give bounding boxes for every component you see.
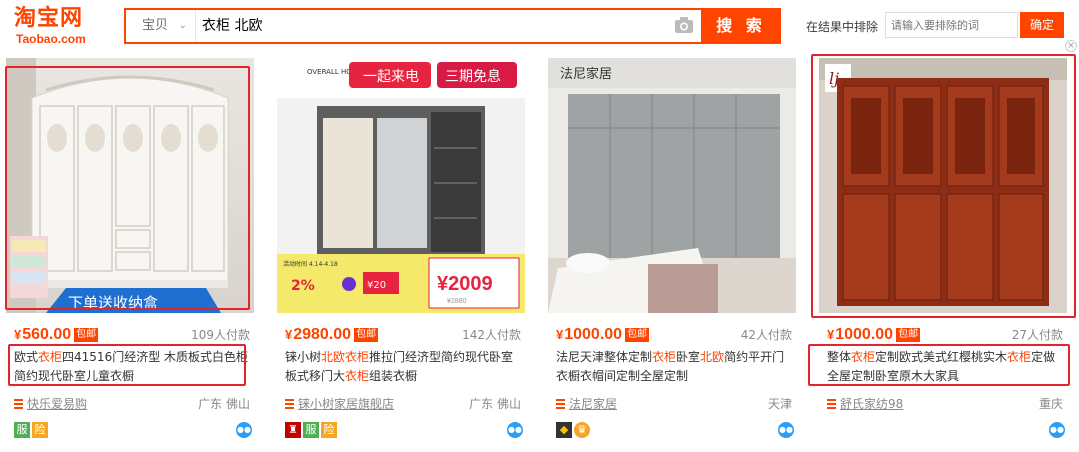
- exclude-label: 在结果中排除: [806, 20, 879, 34]
- paid-count: 27人付款: [1011, 328, 1063, 342]
- location: 重庆: [1038, 397, 1063, 411]
- shop-row: 法尼家居 天津: [556, 395, 792, 411]
- paid-count: 109人付款: [191, 328, 250, 342]
- product-card[interactable]: 法尼家居 ¥1000.00 包邮 42人付款 法尼天津整体定制衣柜卧室北欧简约平开…: [548, 58, 796, 452]
- wangwang-chat-icon[interactable]: ●●: [1049, 422, 1065, 438]
- brand-overlay-text: 法尼家居: [560, 66, 612, 82]
- title-keyword: 衣柜: [345, 369, 370, 383]
- title-keyword: 衣柜: [38, 350, 63, 364]
- price: ¥2980.00: [285, 326, 352, 343]
- wangwang-chat-icon[interactable]: ●●: [778, 422, 794, 438]
- wangwang-chat-icon[interactable]: ●●: [507, 422, 523, 438]
- close-icon[interactable]: ×: [1065, 40, 1077, 52]
- logo-text-en: Taobao.com: [16, 32, 86, 46]
- promo-final-price: ¥2009: [437, 273, 493, 295]
- product-image[interactable]: 法尼家居: [548, 58, 796, 313]
- service-badge[interactable]: 服: [303, 422, 319, 438]
- location: 广东 佛山: [198, 397, 250, 411]
- title-keyword: 衣柜: [851, 350, 876, 364]
- shop-row: 铼小树家居旗舰店 广东 佛山: [285, 395, 521, 411]
- free-shipping-badge: 包邮: [625, 328, 650, 342]
- search-bar: 宝贝 ⌄ 搜 索: [124, 8, 781, 44]
- price-row: ¥1000.00 包邮 27人付款: [827, 324, 1063, 344]
- search-button[interactable]: 搜 索: [701, 8, 781, 44]
- paid-count: 142人付款: [462, 328, 521, 342]
- insurance-badge[interactable]: 险: [321, 422, 337, 438]
- badges: 服险: [14, 422, 50, 440]
- price-row: ¥2980.00 包邮 142人付款: [285, 324, 521, 344]
- exclude-input[interactable]: [885, 12, 1018, 38]
- shop-row: 舒氏家纺98 重庆: [827, 395, 1063, 411]
- product-image[interactable]: lj: [819, 58, 1067, 313]
- shop-icon: [285, 399, 294, 409]
- search-type-label: 宝贝: [142, 18, 169, 33]
- shop-icon: [14, 399, 23, 409]
- shop-name-link[interactable]: 快乐爱易购: [27, 397, 87, 411]
- shop-icon: [827, 399, 836, 409]
- price-row: ¥1000.00 包邮 42人付款: [556, 324, 792, 344]
- product-image[interactable]: 下单送收纳盒: [6, 58, 254, 313]
- promo-coupon-text: ¥20: [367, 280, 386, 291]
- location: 天津: [767, 397, 792, 411]
- title-keyword: 衣柜: [1007, 350, 1032, 364]
- price-row: ¥560.00 包邮 109人付款: [14, 324, 250, 344]
- free-shipping-badge: 包邮: [896, 328, 921, 342]
- wangwang-chat-icon[interactable]: ●●: [236, 422, 252, 438]
- title-part: 定制欧式美式红樱桃实木: [875, 350, 1008, 364]
- title-part: 欧式: [14, 350, 39, 364]
- crown-icon[interactable]: ♛: [574, 422, 590, 438]
- shop-name-link[interactable]: 法尼家居: [569, 397, 617, 411]
- logo-text-cn: 淘宝网: [14, 6, 84, 31]
- location: 广东 佛山: [469, 397, 521, 411]
- title-part: 卧室: [676, 350, 701, 364]
- title-part: 铼小树: [285, 350, 322, 364]
- price: ¥560.00: [14, 326, 72, 343]
- search-input[interactable]: [202, 10, 662, 42]
- price: ¥1000.00: [827, 326, 894, 343]
- promo-free-text: 三期免息: [445, 68, 501, 85]
- search-type-dropdown[interactable]: 宝贝 ⌄: [126, 10, 196, 42]
- title-keyword: 北欧: [321, 350, 346, 364]
- product-image[interactable]: OVERALL HOME DESIGN 一起来电 三期免息 活动时间 4.14-…: [277, 58, 525, 313]
- badges: ♜ 服险: [285, 422, 339, 440]
- taobao-logo[interactable]: 淘宝网 Taobao.com: [14, 6, 104, 46]
- product-card[interactable]: lj ¥1000.00 包邮 27人付款 整体衣柜定制欧式美式红樱桃实木衣柜定做全…: [819, 58, 1067, 452]
- product-card[interactable]: OVERALL HOME DESIGN 一起来电 三期免息 活动时间 4.14-…: [277, 58, 525, 452]
- shop-name-link[interactable]: 铼小树家居旗舰店: [298, 397, 394, 411]
- promo-discount-text: 2%: [291, 278, 315, 294]
- promo-dates-text: 活动时间 4.14-4.18: [283, 260, 338, 268]
- title-part: 法尼天津整体定制: [556, 350, 653, 364]
- chevron-down-icon: ⌄: [178, 20, 187, 31]
- promo-sale-text: 一起来电: [363, 69, 419, 85]
- product-card[interactable]: 下单送收纳盒 ¥560.00 包邮 109人付款 欧式衣柜四41516门经济型 木…: [6, 58, 254, 452]
- insurance-badge[interactable]: 险: [32, 422, 48, 438]
- shop-icon: [556, 399, 565, 409]
- price: ¥1000.00: [556, 326, 623, 343]
- promo-banner-text: 下单送收纳盒: [68, 294, 158, 312]
- tmall-icon[interactable]: ♜: [285, 422, 301, 438]
- gold-seller-icon[interactable]: ◆: [556, 422, 572, 438]
- promo-original-price: ¥2880: [447, 298, 467, 305]
- title-keyword: 衣柜: [345, 350, 370, 364]
- title-part: 组装衣橱: [369, 369, 418, 383]
- product-title[interactable]: 欧式衣柜四41516门经济型 木质板式白色柜简约现代卧室儿童衣橱: [14, 348, 250, 386]
- service-badge[interactable]: 服: [14, 422, 30, 438]
- shop-name-link[interactable]: 舒氏家纺98: [840, 397, 903, 411]
- header: 淘宝网 Taobao.com 宝贝 ⌄ 搜 索 在结果中排除 确定 ×: [0, 0, 1079, 52]
- title-keyword: 北欧: [700, 350, 725, 364]
- title-keyword: 衣柜: [652, 350, 677, 364]
- camera-icon[interactable]: [674, 16, 694, 34]
- product-title[interactable]: 法尼天津整体定制衣柜卧室北欧简约平开门衣橱衣帽间定制全屋定制: [556, 348, 792, 386]
- free-shipping-badge: 包邮: [74, 328, 99, 342]
- free-shipping-badge: 包邮: [354, 328, 379, 342]
- shop-row: 快乐爱易购 广东 佛山: [14, 395, 250, 411]
- product-title[interactable]: 铼小树北欧衣柜推拉门经济型简约现代卧室板式移门大衣柜组装衣橱: [285, 348, 521, 386]
- product-title[interactable]: 整体衣柜定制欧式美式红樱桃实木衣柜定做全屋定制卧室原木大家具: [827, 348, 1063, 386]
- paid-count: 42人付款: [740, 328, 792, 342]
- badges: ◆ ♛: [556, 422, 592, 440]
- exclude-confirm-button[interactable]: 确定: [1020, 12, 1064, 38]
- title-part: 整体: [827, 350, 852, 364]
